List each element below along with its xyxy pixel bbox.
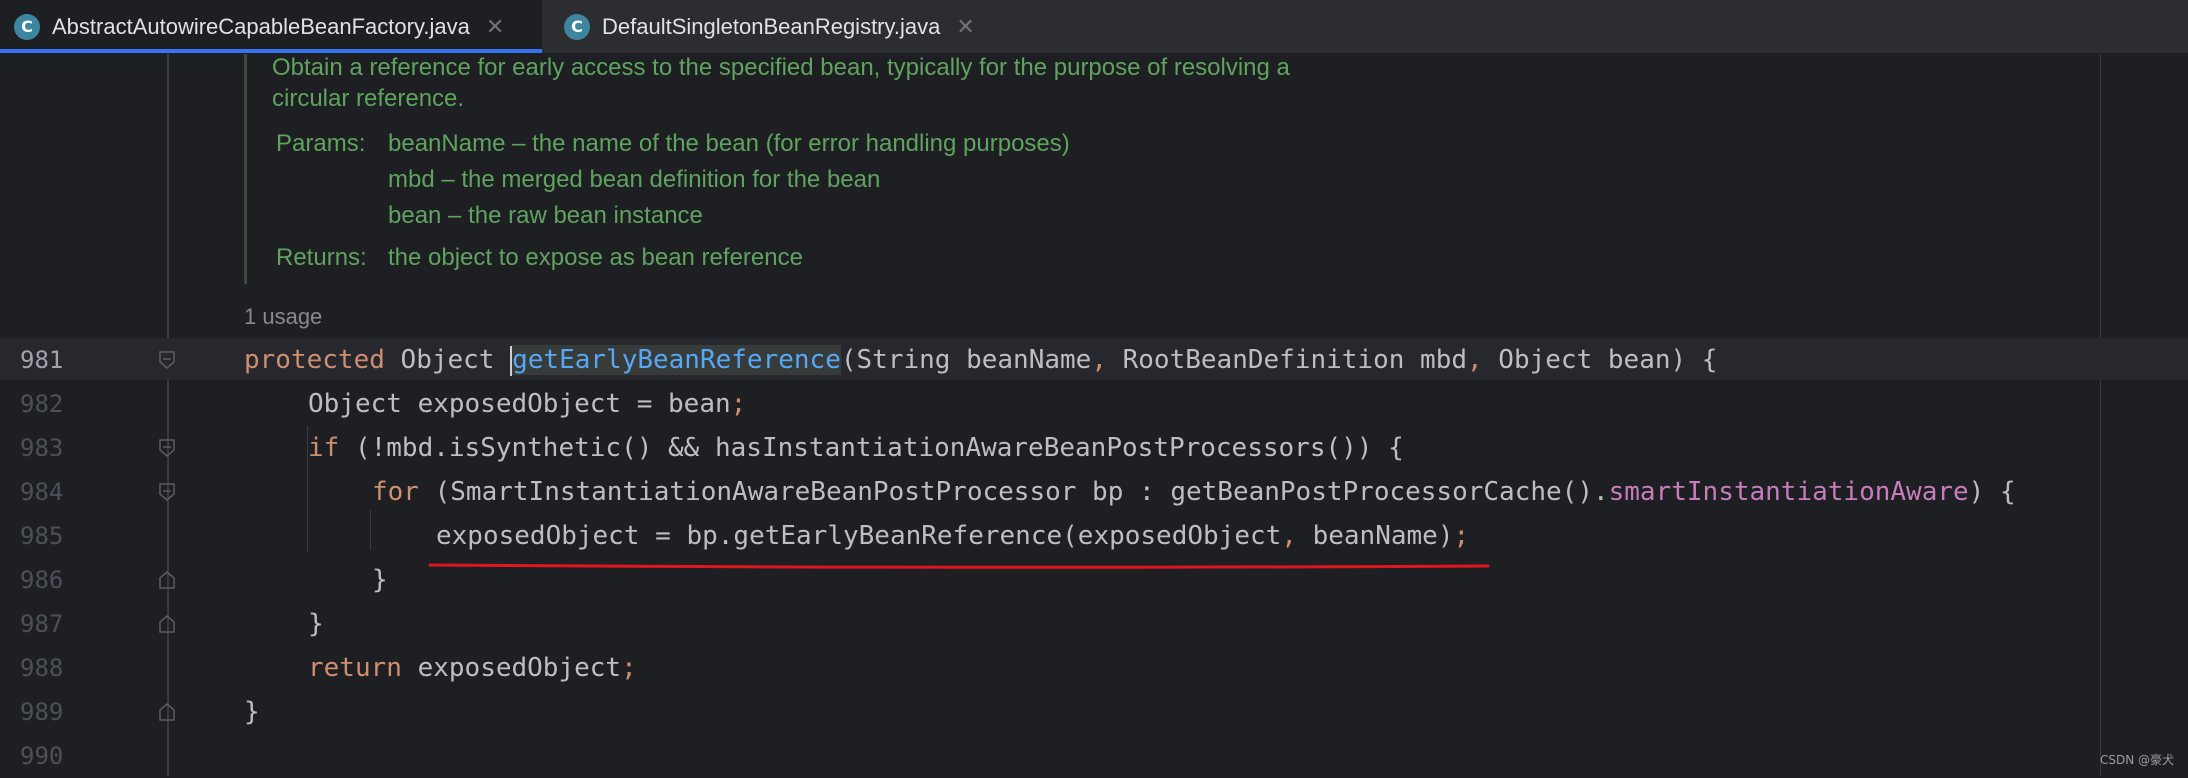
doc-param-beanname: beanName – the name of the bean (for err… [388, 130, 1070, 158]
doc-block-bar [244, 54, 247, 284]
red-underline-annotation [428, 563, 1490, 569]
return-value: exposedObject [401, 653, 622, 683]
doc-param-bean: bean – the raw bean instance [388, 202, 703, 230]
param-desc: – the name of the bean (for error handli… [505, 130, 1070, 157]
param-name: beanName [388, 130, 506, 157]
code-text: if (!mbd.isSynthetic() && hasInstantiati… [308, 426, 1404, 470]
code-line-987[interactable]: 987 } [0, 602, 2188, 646]
fold-close-icon[interactable] [158, 614, 176, 634]
param-name: bean [388, 202, 442, 229]
line-number: 986 [20, 566, 64, 594]
fold-open-icon[interactable] [158, 438, 176, 458]
comma: , [1281, 521, 1297, 551]
doc-summary-line2: circular reference. [272, 85, 465, 112]
semicolon: ; [621, 653, 637, 683]
param-text: RootBeanDefinition mbd [1106, 345, 1467, 375]
line-number: 988 [20, 654, 64, 682]
statement: Object exposedObject = bean [308, 389, 731, 419]
statement: exposedObject = bp.getEarlyBeanReference… [436, 521, 1282, 551]
semicolon: ; [730, 389, 747, 419]
doc-summary-line1: Obtain a reference for early access to t… [272, 54, 1290, 81]
code-text: exposedObject = bp.getEarlyBeanReference… [436, 514, 1469, 558]
line-number: 981 [20, 346, 64, 374]
line-number: 984 [20, 478, 64, 506]
code-text: } [308, 609, 324, 639]
keyword: for [372, 477, 419, 507]
doc-params-label: Params: [276, 130, 366, 157]
line-number: 985 [20, 522, 64, 550]
statement: beanName) [1296, 521, 1454, 551]
condition: (!mbd.isSynthetic() && hasInstantiationA… [339, 433, 1404, 463]
fold-open-icon[interactable] [158, 350, 176, 370]
line-number: 990 [20, 742, 64, 770]
class-icon: C [14, 13, 40, 40]
code-text: } [372, 565, 388, 595]
doc-returns-label: Returns: [276, 244, 367, 271]
fold-open-icon[interactable] [158, 482, 176, 502]
method-name: getEarlyBeanReference [512, 345, 841, 375]
keyword: protected [244, 345, 385, 375]
tab-default-singleton-bean-registry[interactable]: C DefaultSingletonBeanRegistry.java ✕ [550, 0, 1005, 53]
code-text: return exposedObject; [308, 646, 637, 690]
doc-returns-text: the object to expose as bean reference [388, 244, 803, 271]
active-tab-indicator [0, 49, 542, 53]
line-number: 989 [20, 698, 64, 726]
comma: , [1467, 345, 1483, 375]
param-text: (String beanName [840, 345, 1092, 375]
param-desc: – the raw bean instance [441, 202, 703, 229]
fold-close-icon[interactable] [158, 570, 176, 590]
line-number: 982 [20, 390, 64, 418]
comma: , [1091, 345, 1107, 375]
tab-label: DefaultSingletonBeanRegistry.java [602, 13, 941, 39]
code-text: protected Object getEarlyBeanReference(S… [244, 338, 1717, 382]
type-name: Object [384, 345, 511, 375]
field-name: smartInstantiationAware [1608, 477, 1969, 507]
code-line-985[interactable]: 985 exposedObject = bp.getEarlyBeanRefer… [0, 514, 2188, 558]
tab-label: AbstractAutowireCapableBeanFactory.java [52, 13, 470, 39]
editor-tab-bar: C AbstractAutowireCapableBeanFactory.jav… [0, 0, 2188, 54]
watermark: CSDN @豪犬 [2099, 753, 2174, 767]
code-line-990[interactable]: 990 [0, 734, 2188, 778]
keyword: return [308, 653, 402, 683]
keyword: if [308, 433, 340, 463]
code-text: } [244, 697, 260, 727]
code-line-981[interactable]: 981 protected Object getEarlyBeanReferen… [0, 338, 2188, 382]
line-number: 983 [20, 434, 64, 462]
close-icon[interactable]: ✕ [956, 14, 974, 40]
code-line-988[interactable]: 988 return exposedObject; [0, 646, 2188, 690]
code-text: for (SmartInstantiationAwareBeanPostProc… [372, 470, 2016, 514]
code-line-984[interactable]: 984 for (SmartInstantiationAwareBeanPost… [0, 470, 2188, 514]
doc-param-mbd: mbd – the merged bean definition for the… [388, 166, 880, 194]
close-icon[interactable]: ✕ [486, 14, 504, 40]
code-line-989[interactable]: 989 } [0, 690, 2188, 734]
code-line-982[interactable]: 982 Object exposedObject = bean; [0, 382, 2188, 426]
code-line-983[interactable]: 983 if (!mbd.isSynthetic() && hasInstant… [0, 426, 2188, 470]
tab-abstract-autowire-capable-bean-factory[interactable]: C AbstractAutowireCapableBeanFactory.jav… [0, 0, 542, 53]
semicolon: ; [1453, 521, 1470, 551]
line-number: 987 [20, 610, 64, 638]
fold-close-icon[interactable] [158, 702, 176, 722]
code-text: Object exposedObject = bean; [308, 382, 746, 426]
param-text: Object bean) { [1482, 345, 1718, 375]
loop-header: (SmartInstantiationAwareBeanPostProcesso… [418, 477, 1609, 507]
class-icon: C [564, 13, 590, 40]
param-desc: – the merged bean definition for the bea… [434, 166, 881, 193]
usage-hint[interactable]: 1 usage [244, 304, 322, 330]
loop-end: ) { [1968, 477, 2016, 507]
code-editor[interactable]: Obtain a reference for early access to t… [0, 54, 2188, 776]
param-name: mbd [388, 166, 435, 193]
